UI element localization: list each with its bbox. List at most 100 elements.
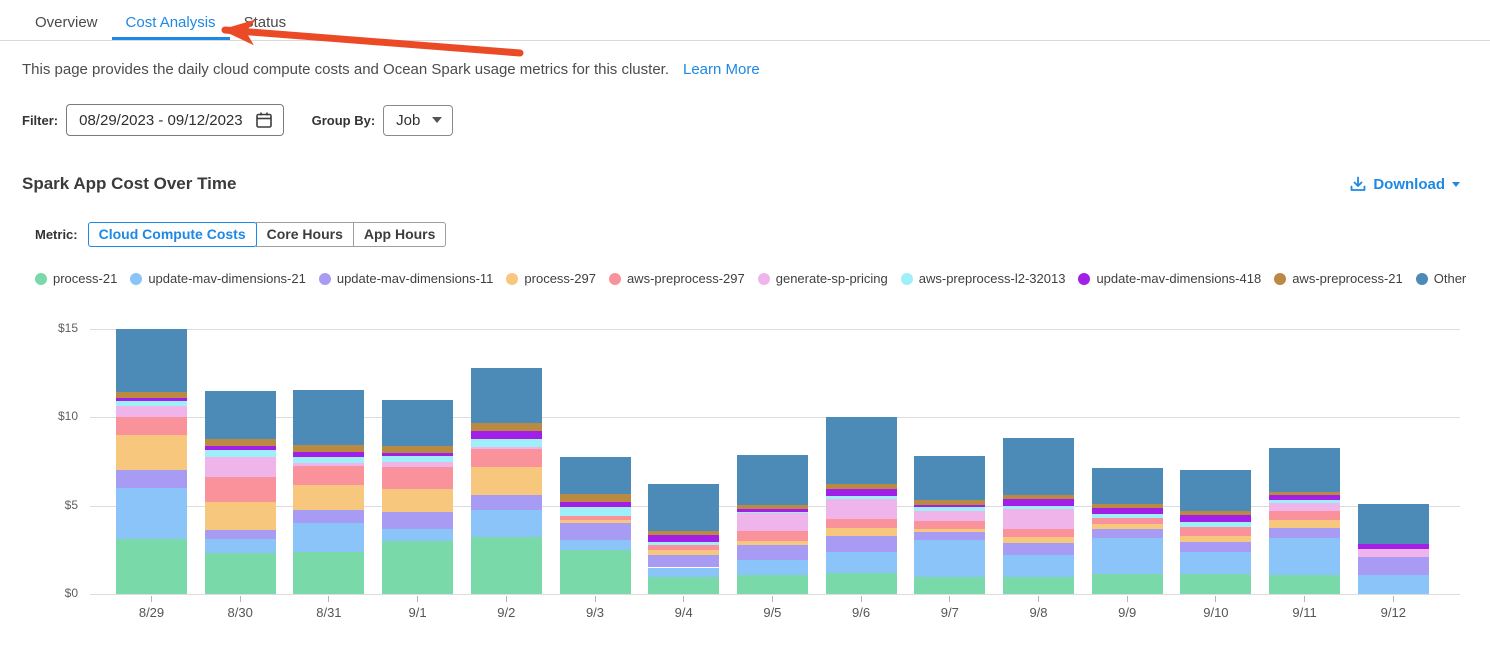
bar-segment[interactable] xyxy=(116,539,187,594)
bar-segment[interactable] xyxy=(1180,522,1251,526)
bar-segment[interactable] xyxy=(826,489,897,496)
bar-segment[interactable] xyxy=(205,539,276,553)
bar-segment[interactable] xyxy=(382,456,453,462)
bar-segment[interactable] xyxy=(1092,468,1163,504)
bar-segment[interactable] xyxy=(293,510,364,523)
bar-segment[interactable] xyxy=(560,494,631,502)
bar-segment[interactable] xyxy=(1269,538,1340,575)
bar-segment[interactable] xyxy=(471,447,542,449)
bar-segment[interactable] xyxy=(116,435,187,470)
bar-segment[interactable] xyxy=(1180,574,1251,594)
tab-status[interactable]: Status xyxy=(230,0,301,40)
bar-segment[interactable] xyxy=(1092,538,1163,573)
legend-item[interactable]: update-mav-dimensions-418 xyxy=(1078,271,1261,286)
legend-item[interactable]: aws-preprocess-l2-32013 xyxy=(901,271,1066,286)
bar-segment[interactable] xyxy=(914,507,985,511)
bar-segment[interactable] xyxy=(560,457,631,494)
tab-overview[interactable]: Overview xyxy=(21,0,112,40)
bar-segment[interactable] xyxy=(560,502,631,507)
bar-segment[interactable] xyxy=(560,550,631,594)
bar-segment[interactable] xyxy=(914,511,985,521)
bar-segment[interactable] xyxy=(293,485,364,510)
bar-segment[interactable] xyxy=(560,520,631,524)
bar-segment[interactable] xyxy=(914,577,985,594)
bar-segment[interactable] xyxy=(648,555,719,567)
bar-segment[interactable] xyxy=(205,446,276,450)
bar-segment[interactable] xyxy=(1358,549,1429,557)
bar-segment[interactable] xyxy=(737,575,808,594)
bar-segment[interactable] xyxy=(648,550,719,555)
download-button[interactable]: Download xyxy=(1350,176,1460,193)
bar-segment[interactable] xyxy=(1269,495,1340,500)
bar-segment[interactable] xyxy=(914,521,985,529)
bar-segment[interactable] xyxy=(205,439,276,447)
bar-segment[interactable] xyxy=(1003,529,1074,538)
bar-segment[interactable] xyxy=(914,532,985,540)
bar-segment[interactable] xyxy=(1003,509,1074,528)
bar-segment[interactable] xyxy=(1003,495,1074,499)
bar-segment[interactable] xyxy=(205,530,276,540)
legend-item[interactable]: Other xyxy=(1416,271,1467,286)
bar-segment[interactable] xyxy=(1180,536,1251,542)
bar-segment[interactable] xyxy=(648,577,719,594)
bar-segment[interactable] xyxy=(1092,524,1163,528)
bar-segment[interactable] xyxy=(1180,470,1251,511)
bar-segment[interactable] xyxy=(1003,438,1074,495)
learn-more-link[interactable]: Learn More xyxy=(683,61,760,78)
bar-segment[interactable] xyxy=(382,462,453,466)
bar-segment[interactable] xyxy=(1003,499,1074,505)
bar-segment[interactable] xyxy=(205,457,276,476)
bar-segment[interactable] xyxy=(737,513,808,532)
bar-segment[interactable] xyxy=(1180,542,1251,552)
bar-segment[interactable] xyxy=(737,560,808,575)
bar-segment[interactable] xyxy=(116,401,187,406)
bar-segment[interactable] xyxy=(737,455,808,504)
bar-segment[interactable] xyxy=(471,495,542,510)
legend-item[interactable]: update-mav-dimensions-21 xyxy=(130,271,306,286)
bar-segment[interactable] xyxy=(293,523,364,551)
bar-segment[interactable] xyxy=(382,512,453,529)
group-by-select[interactable]: Job xyxy=(383,105,453,136)
bar-segment[interactable] xyxy=(382,541,453,594)
bar-segment[interactable] xyxy=(382,489,453,512)
bar-segment[interactable] xyxy=(116,398,187,401)
tab-cost-analysis[interactable]: Cost Analysis xyxy=(112,0,230,40)
bar-segment[interactable] xyxy=(1269,492,1340,496)
bar-segment[interactable] xyxy=(648,568,719,578)
bar-segment[interactable] xyxy=(560,540,631,550)
bar-segment[interactable] xyxy=(116,488,187,539)
bar-segment[interactable] xyxy=(1180,527,1251,536)
bar-segment[interactable] xyxy=(382,453,453,457)
bar-segment[interactable] xyxy=(1269,503,1340,511)
bar-segment[interactable] xyxy=(826,519,897,528)
bar-segment[interactable] xyxy=(293,390,364,445)
bar-segment[interactable] xyxy=(205,450,276,457)
bar-segment[interactable] xyxy=(293,463,364,466)
metric-option-app-hours[interactable]: App Hours xyxy=(353,222,447,247)
legend-item[interactable]: generate-sp-pricing xyxy=(758,271,888,286)
bar-segment[interactable] xyxy=(471,431,542,439)
bar-segment[interactable] xyxy=(1269,575,1340,594)
bar-segment[interactable] xyxy=(648,531,719,535)
bar-segment[interactable] xyxy=(914,540,985,577)
bar-segment[interactable] xyxy=(382,446,453,453)
bar-segment[interactable] xyxy=(1180,511,1251,515)
bar-segment[interactable] xyxy=(826,417,897,484)
bar-segment[interactable] xyxy=(471,449,542,467)
bar-segment[interactable] xyxy=(116,470,187,488)
bar-segment[interactable] xyxy=(205,391,276,439)
bar-segment[interactable] xyxy=(116,417,187,435)
bar-segment[interactable] xyxy=(737,545,808,561)
bar-segment[interactable] xyxy=(382,529,453,541)
bar-segment[interactable] xyxy=(382,467,453,489)
bar-segment[interactable] xyxy=(471,439,542,447)
legend-item[interactable]: update-mav-dimensions-11 xyxy=(319,271,494,286)
bar-segment[interactable] xyxy=(293,552,364,594)
bar-segment[interactable] xyxy=(205,477,276,503)
bar-segment[interactable] xyxy=(1358,575,1429,594)
bar-segment[interactable] xyxy=(914,529,985,533)
bar-segment[interactable] xyxy=(293,445,364,452)
bar-segment[interactable] xyxy=(648,545,719,550)
bar-segment[interactable] xyxy=(471,510,542,537)
bar-segment[interactable] xyxy=(471,537,542,594)
